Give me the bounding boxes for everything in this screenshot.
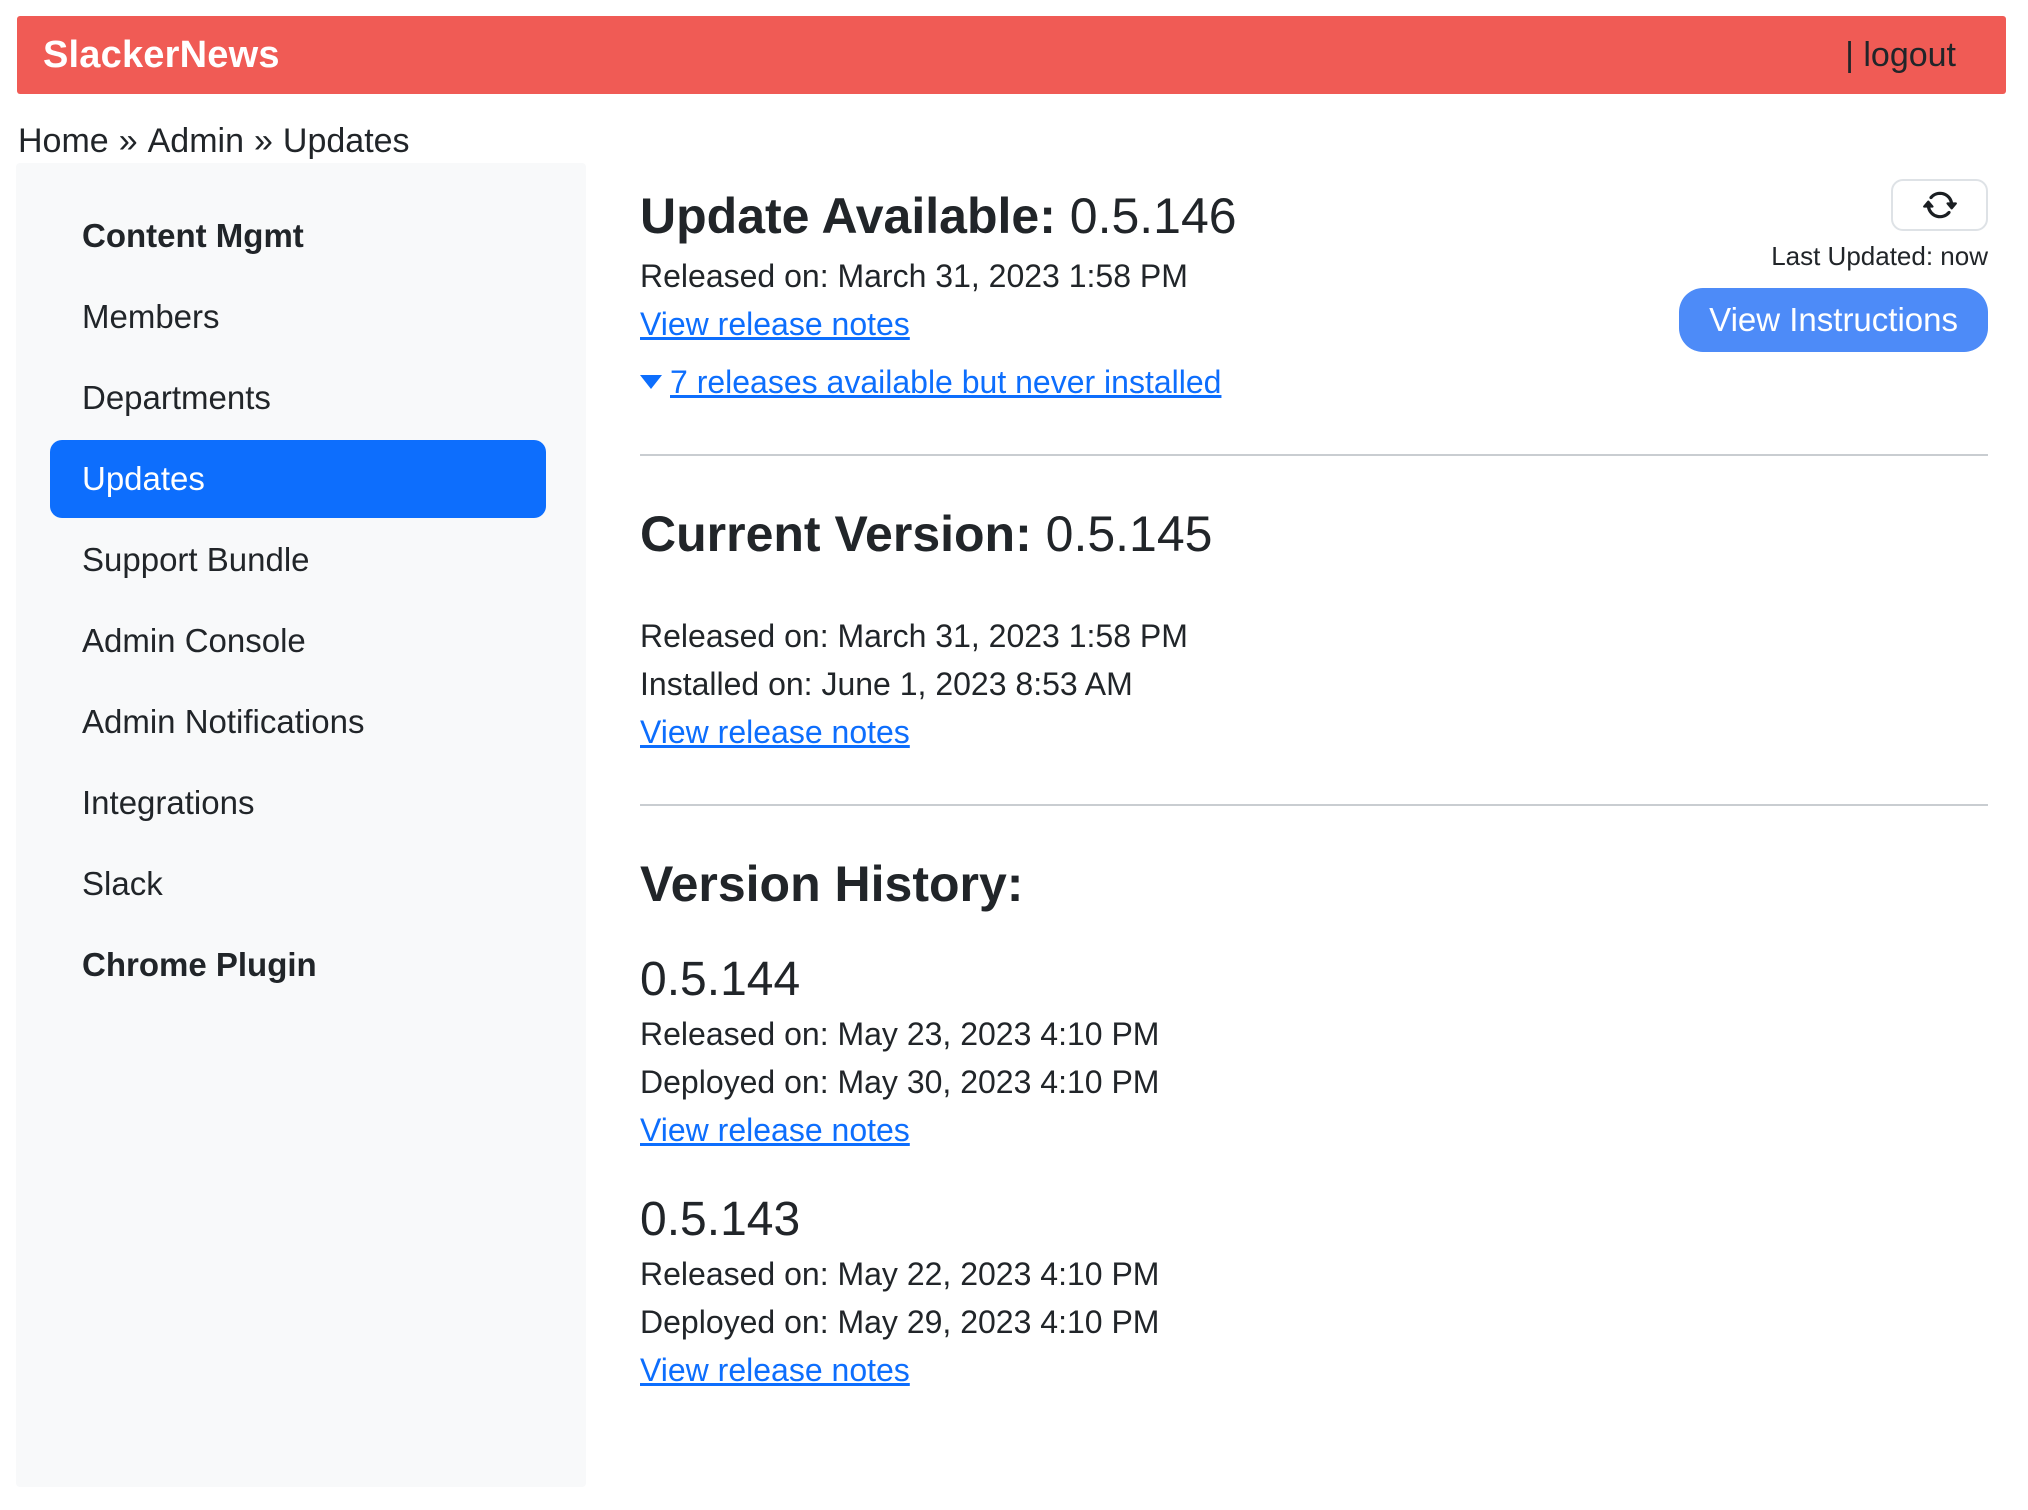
release-notes-link[interactable]: View release notes — [640, 1352, 910, 1388]
app-brand[interactable]: SlackerNews — [43, 34, 280, 77]
breadcrumb-separator: » — [254, 122, 273, 160]
current-version-number: 0.5.145 — [1046, 506, 1213, 562]
update-actions: Last Updated: now View Instructions — [1679, 179, 1988, 352]
current-version-section: Current Version: 0.5.145 Released on: Ma… — [640, 504, 1988, 756]
releases-toggle-link[interactable]: 7 releases available but never installed — [670, 358, 1221, 406]
page-layout: Content Mgmt Members Departments Updates… — [16, 163, 1988, 1510]
arrow-repeat-icon — [1923, 188, 1957, 222]
sidebar-item-members[interactable]: Members — [50, 278, 546, 356]
sidebar-item-admin-notifications[interactable]: Admin Notifications — [50, 683, 546, 761]
breadcrumb-separator: » — [119, 122, 138, 160]
current-version-title: Current Version: 0.5.145 — [640, 504, 1988, 564]
sidebar: Content Mgmt Members Departments Updates… — [16, 163, 586, 1487]
update-available-version: 0.5.146 — [1070, 188, 1237, 244]
caret-down-icon — [640, 375, 662, 389]
releases-toggle-line: 7 releases available but never installed — [640, 358, 1988, 406]
release-notes-link[interactable]: View release notes — [640, 1112, 910, 1148]
sidebar-item-content-mgmt[interactable]: Content Mgmt — [50, 197, 546, 275]
current-version-label: Current Version: — [640, 506, 1032, 562]
history-released-text: Released on: May 23, 2023 4:10 PM — [640, 1010, 1988, 1058]
divider — [640, 454, 1988, 456]
breadcrumb-home[interactable]: Home — [18, 122, 109, 160]
breadcrumb-admin[interactable]: Admin — [148, 122, 244, 160]
release-notes-link[interactable]: View release notes — [640, 714, 910, 750]
history-version-number: 0.5.143 — [640, 1190, 1988, 1250]
sidebar-item-slack[interactable]: Slack — [50, 845, 546, 923]
breadcrumb: Home » Admin » Updates — [18, 120, 2028, 163]
sidebar-item-integrations[interactable]: Integrations — [50, 764, 546, 842]
view-instructions-button[interactable]: View Instructions — [1679, 288, 1988, 352]
version-history-entry: 0.5.144 Released on: May 23, 2023 4:10 P… — [640, 950, 1988, 1154]
sidebar-item-chrome-plugin[interactable]: Chrome Plugin — [50, 926, 546, 1004]
main-content: Last Updated: now View Instructions Upda… — [640, 163, 1988, 1510]
sidebar-item-updates[interactable]: Updates — [50, 440, 546, 518]
history-version-number: 0.5.144 — [640, 950, 1988, 1010]
sidebar-item-admin-console[interactable]: Admin Console — [50, 602, 546, 680]
sidebar-item-departments[interactable]: Departments — [50, 359, 546, 437]
history-deployed-text: Deployed on: May 30, 2023 4:10 PM — [640, 1058, 1988, 1106]
version-history-entry: 0.5.143 Released on: May 22, 2023 4:10 P… — [640, 1190, 1988, 1394]
current-released-text: Released on: March 31, 2023 1:58 PM — [640, 612, 1988, 660]
sidebar-item-support-bundle[interactable]: Support Bundle — [50, 521, 546, 599]
version-history-section: Version History: 0.5.144 Released on: Ma… — [640, 854, 1988, 1394]
breadcrumb-current: Updates — [283, 122, 410, 160]
current-version-meta: Released on: March 31, 2023 1:58 PM Inst… — [640, 612, 1988, 756]
app-header: SlackerNews | logout — [17, 16, 2006, 94]
history-deployed-text: Deployed on: May 29, 2023 4:10 PM — [640, 1298, 1988, 1346]
last-updated-text: Last Updated: now — [1771, 241, 1988, 272]
history-released-text: Released on: May 22, 2023 4:10 PM — [640, 1250, 1988, 1298]
refresh-button[interactable] — [1891, 179, 1988, 231]
current-installed-text: Installed on: June 1, 2023 8:53 AM — [640, 660, 1988, 708]
update-available-label: Update Available: — [640, 188, 1056, 244]
logout-link[interactable]: | logout — [1845, 36, 1956, 75]
version-history-title: Version History: — [640, 854, 1988, 914]
divider — [640, 804, 1988, 806]
release-notes-link[interactable]: View release notes — [640, 306, 910, 342]
